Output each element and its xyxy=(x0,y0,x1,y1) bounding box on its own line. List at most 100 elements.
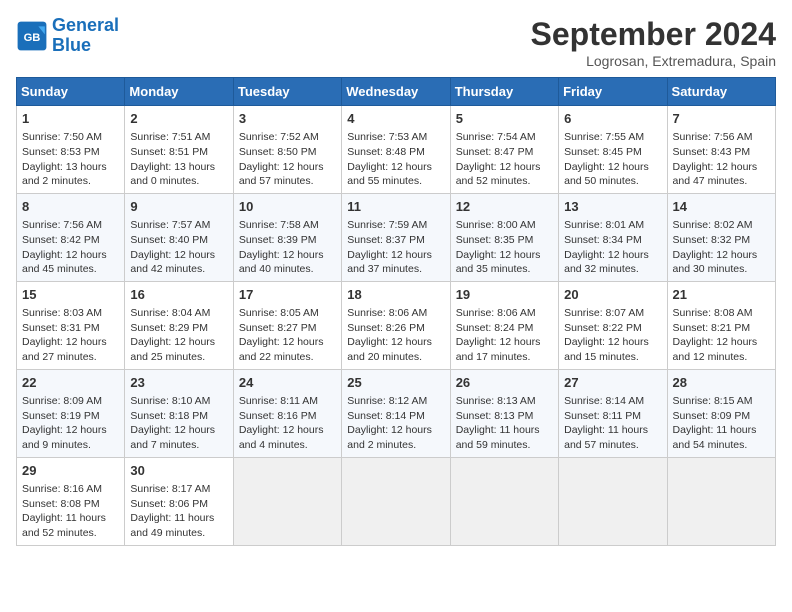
cell-info: Sunrise: 7:59 AMSunset: 8:37 PMDaylight:… xyxy=(347,218,444,277)
calendar-cell: 10 Sunrise: 7:58 AMSunset: 8:39 PMDayligh… xyxy=(233,193,341,281)
calendar-cell: 16 Sunrise: 8:04 AMSunset: 8:29 PMDayligh… xyxy=(125,281,233,369)
cell-info: Sunrise: 7:58 AMSunset: 8:39 PMDaylight:… xyxy=(239,218,336,277)
calendar-cell: 19 Sunrise: 8:06 AMSunset: 8:24 PMDayligh… xyxy=(450,281,558,369)
day-number: 25 xyxy=(347,374,444,392)
cell-info: Sunrise: 7:57 AMSunset: 8:40 PMDaylight:… xyxy=(130,218,227,277)
calendar-header-cell: Monday xyxy=(125,78,233,106)
calendar-table: SundayMondayTuesdayWednesdayThursdayFrid… xyxy=(16,77,776,546)
calendar-week-row: 29 Sunrise: 8:16 AMSunset: 8:08 PMDayligh… xyxy=(17,457,776,545)
logo-icon: GB xyxy=(16,20,48,52)
calendar-cell: 6 Sunrise: 7:55 AMSunset: 8:45 PMDaylight… xyxy=(559,106,667,194)
calendar-header-cell: Saturday xyxy=(667,78,775,106)
calendar-cell: 8 Sunrise: 7:56 AMSunset: 8:42 PMDaylight… xyxy=(17,193,125,281)
calendar-body: 1 Sunrise: 7:50 AMSunset: 8:53 PMDaylight… xyxy=(17,106,776,546)
day-number: 30 xyxy=(130,462,227,480)
calendar-cell: 4Sunrise: 7:53 AMSunset: 8:48 PMDaylight… xyxy=(342,106,450,194)
calendar-cell: 27 Sunrise: 8:14 AMSunset: 8:11 PMDayligh… xyxy=(559,369,667,457)
day-number: 11 xyxy=(347,198,444,216)
calendar-cell xyxy=(559,457,667,545)
calendar-cell: 13 Sunrise: 8:01 AMSunset: 8:34 PMDayligh… xyxy=(559,193,667,281)
calendar-cell: 5Sunrise: 7:54 AMSunset: 8:47 PMDaylight… xyxy=(450,106,558,194)
cell-info: Sunrise: 8:03 AMSunset: 8:31 PMDaylight:… xyxy=(22,306,119,365)
calendar-header-cell: Wednesday xyxy=(342,78,450,106)
calendar-cell: 11 Sunrise: 7:59 AMSunset: 8:37 PMDayligh… xyxy=(342,193,450,281)
calendar-header-cell: Thursday xyxy=(450,78,558,106)
cell-info: Sunrise: 8:05 AMSunset: 8:27 PMDaylight:… xyxy=(239,306,336,365)
calendar-cell: 12Sunrise: 8:00 AMSunset: 8:35 PMDayligh… xyxy=(450,193,558,281)
calendar-cell: 23 Sunrise: 8:10 AMSunset: 8:18 PMDayligh… xyxy=(125,369,233,457)
cell-info: Sunrise: 7:55 AMSunset: 8:45 PMDaylight:… xyxy=(564,130,661,189)
calendar-header-cell: Tuesday xyxy=(233,78,341,106)
cell-info: Sunrise: 7:56 AMSunset: 8:43 PMDaylight:… xyxy=(673,130,770,189)
day-number: 6 xyxy=(564,110,661,128)
calendar-header-cell: Friday xyxy=(559,78,667,106)
cell-info: Sunrise: 8:11 AMSunset: 8:16 PMDaylight:… xyxy=(239,394,336,453)
cell-info: Sunrise: 7:54 AMSunset: 8:47 PMDaylight:… xyxy=(456,130,553,189)
calendar-week-row: 1 Sunrise: 7:50 AMSunset: 8:53 PMDaylight… xyxy=(17,106,776,194)
day-number: 10 xyxy=(239,198,336,216)
day-number: 18 xyxy=(347,286,444,304)
cell-info: Sunrise: 8:10 AMSunset: 8:18 PMDaylight:… xyxy=(130,394,227,453)
calendar-cell: 25 Sunrise: 8:12 AMSunset: 8:14 PMDayligh… xyxy=(342,369,450,457)
calendar-cell: 28Sunrise: 8:15 AMSunset: 8:09 PMDayligh… xyxy=(667,369,775,457)
day-number: 28 xyxy=(673,374,770,392)
day-number: 7 xyxy=(673,110,770,128)
day-number: 12 xyxy=(456,198,553,216)
calendar-cell: 7 Sunrise: 7:56 AMSunset: 8:43 PMDaylight… xyxy=(667,106,775,194)
day-number: 3 xyxy=(239,110,336,128)
day-number: 24 xyxy=(239,374,336,392)
day-number: 16 xyxy=(130,286,227,304)
cell-info: Sunrise: 8:07 AMSunset: 8:22 PMDaylight:… xyxy=(564,306,661,365)
calendar-cell: 1 Sunrise: 7:50 AMSunset: 8:53 PMDaylight… xyxy=(17,106,125,194)
calendar-cell: 30 Sunrise: 8:17 AMSunset: 8:06 PMDayligh… xyxy=(125,457,233,545)
calendar-cell: 14Sunrise: 8:02 AMSunset: 8:32 PMDayligh… xyxy=(667,193,775,281)
calendar-header-cell: Sunday xyxy=(17,78,125,106)
calendar-week-row: 22 Sunrise: 8:09 AMSunset: 8:19 PMDayligh… xyxy=(17,369,776,457)
day-number: 29 xyxy=(22,462,119,480)
calendar-week-row: 8 Sunrise: 7:56 AMSunset: 8:42 PMDaylight… xyxy=(17,193,776,281)
day-number: 22 xyxy=(22,374,119,392)
cell-info: Sunrise: 8:09 AMSunset: 8:19 PMDaylight:… xyxy=(22,394,119,453)
calendar-cell: 21Sunrise: 8:08 AMSunset: 8:21 PMDayligh… xyxy=(667,281,775,369)
cell-info: Sunrise: 8:13 AMSunset: 8:13 PMDaylight:… xyxy=(456,394,553,453)
cell-info: Sunrise: 7:52 AMSunset: 8:50 PMDaylight:… xyxy=(239,130,336,189)
day-number: 8 xyxy=(22,198,119,216)
cell-info: Sunrise: 8:01 AMSunset: 8:34 PMDaylight:… xyxy=(564,218,661,277)
calendar-cell: 15Sunrise: 8:03 AMSunset: 8:31 PMDayligh… xyxy=(17,281,125,369)
cell-info: Sunrise: 8:04 AMSunset: 8:29 PMDaylight:… xyxy=(130,306,227,365)
day-number: 26 xyxy=(456,374,553,392)
calendar-cell: 26 Sunrise: 8:13 AMSunset: 8:13 PMDayligh… xyxy=(450,369,558,457)
calendar-cell: 9Sunrise: 7:57 AMSunset: 8:40 PMDaylight… xyxy=(125,193,233,281)
svg-text:GB: GB xyxy=(24,32,41,44)
calendar-cell xyxy=(342,457,450,545)
calendar-cell: 29 Sunrise: 8:16 AMSunset: 8:08 PMDayligh… xyxy=(17,457,125,545)
day-number: 20 xyxy=(564,286,661,304)
day-number: 2 xyxy=(130,110,227,128)
cell-info: Sunrise: 7:50 AMSunset: 8:53 PMDaylight:… xyxy=(22,130,119,189)
day-number: 23 xyxy=(130,374,227,392)
cell-info: Sunrise: 8:06 AMSunset: 8:24 PMDaylight:… xyxy=(456,306,553,365)
day-number: 13 xyxy=(564,198,661,216)
calendar-cell xyxy=(450,457,558,545)
location-subtitle: Logrosan, Extremadura, Spain xyxy=(531,53,776,69)
page-header: GB General Blue September 2024 Logrosan,… xyxy=(16,16,776,69)
day-number: 1 xyxy=(22,110,119,128)
calendar-cell: 2 Sunrise: 7:51 AMSunset: 8:51 PMDaylight… xyxy=(125,106,233,194)
calendar-cell xyxy=(667,457,775,545)
cell-info: Sunrise: 8:12 AMSunset: 8:14 PMDaylight:… xyxy=(347,394,444,453)
cell-info: Sunrise: 8:17 AMSunset: 8:06 PMDaylight:… xyxy=(130,482,227,541)
calendar-cell: 3 Sunrise: 7:52 AMSunset: 8:50 PMDaylight… xyxy=(233,106,341,194)
cell-info: Sunrise: 8:14 AMSunset: 8:11 PMDaylight:… xyxy=(564,394,661,453)
logo: GB General Blue xyxy=(16,16,119,56)
day-number: 17 xyxy=(239,286,336,304)
cell-info: Sunrise: 8:02 AMSunset: 8:32 PMDaylight:… xyxy=(673,218,770,277)
day-number: 19 xyxy=(456,286,553,304)
cell-info: Sunrise: 7:56 AMSunset: 8:42 PMDaylight:… xyxy=(22,218,119,277)
cell-info: Sunrise: 8:08 AMSunset: 8:21 PMDaylight:… xyxy=(673,306,770,365)
cell-info: Sunrise: 7:51 AMSunset: 8:51 PMDaylight:… xyxy=(130,130,227,189)
title-block: September 2024 Logrosan, Extremadura, Sp… xyxy=(531,16,776,69)
calendar-week-row: 15Sunrise: 8:03 AMSunset: 8:31 PMDayligh… xyxy=(17,281,776,369)
calendar-cell: 22 Sunrise: 8:09 AMSunset: 8:19 PMDayligh… xyxy=(17,369,125,457)
cell-info: Sunrise: 8:16 AMSunset: 8:08 PMDaylight:… xyxy=(22,482,119,541)
day-number: 27 xyxy=(564,374,661,392)
